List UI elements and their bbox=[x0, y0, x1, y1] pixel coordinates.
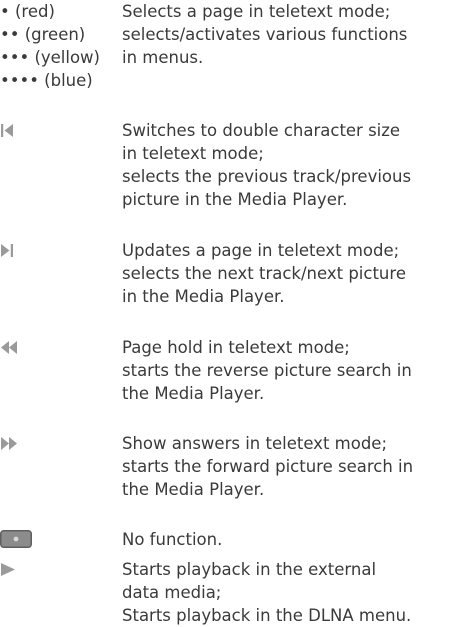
yellow-key-label: ••• (yellow) bbox=[0, 48, 100, 67]
color-keys-labels: • (red) •• (green) ••• (yellow) •••• (bl… bbox=[0, 0, 122, 92]
description-line: starts the forward picture search in bbox=[122, 457, 414, 476]
skip-forward-description: Updates a page in teletext mode; selects… bbox=[122, 239, 455, 308]
remote-control-function-list: • (red) •• (green) ••• (yellow) •••• (bl… bbox=[0, 0, 455, 627]
description-line: Show answers in teletext mode; bbox=[122, 434, 388, 453]
description-line: selects the previous track/previous bbox=[122, 167, 412, 186]
description-line: No function. bbox=[122, 530, 223, 549]
description-line: Selects a page in teletext mode; bbox=[122, 2, 391, 21]
description-line: Switches to double character size bbox=[122, 121, 401, 140]
description-line: data media; bbox=[122, 583, 222, 602]
play-description: Starts playback in the external data med… bbox=[122, 558, 455, 627]
no-function-description: No function. bbox=[122, 528, 455, 551]
rewind-description: Page hold in teletext mode; starts the r… bbox=[122, 336, 455, 405]
rewind-icon bbox=[0, 339, 30, 357]
description-line: in menus. bbox=[122, 48, 204, 67]
description-line: starts the reverse picture search in bbox=[122, 361, 412, 380]
red-key-label: • (red) bbox=[0, 2, 55, 21]
description-line: selects the next track/next picture bbox=[122, 264, 406, 283]
skip-back-icon bbox=[0, 122, 30, 140]
skip-forward-icon bbox=[0, 242, 30, 260]
skip-back-description: Switches to double character size in tel… bbox=[122, 119, 455, 211]
green-key-label: •• (green) bbox=[0, 25, 86, 44]
description-line: Starts playback in the DLNA menu. bbox=[122, 606, 412, 625]
color-keys-description: Selects a page in teletext mode; selects… bbox=[122, 0, 455, 69]
description-line: the Media Player. bbox=[122, 384, 265, 403]
fast-forward-description: Show answers in teletext mode; starts th… bbox=[122, 432, 455, 501]
fast-forward-icon bbox=[0, 435, 30, 453]
description-line: the Media Player. bbox=[122, 480, 265, 499]
record-button-icon bbox=[0, 530, 32, 548]
description-line: Starts playback in the external bbox=[122, 560, 377, 579]
play-icon bbox=[0, 561, 30, 579]
description-line: in teletext mode; bbox=[122, 144, 264, 163]
description-line: Page hold in teletext mode; bbox=[122, 338, 350, 357]
description-line: selects/activates various functions bbox=[122, 25, 408, 44]
description-line: in the Media Player. bbox=[122, 287, 285, 306]
blue-key-label: •••• (blue) bbox=[0, 71, 93, 90]
description-line: picture in the Media Player. bbox=[122, 190, 348, 209]
description-line: Updates a page in teletext mode; bbox=[122, 241, 400, 260]
